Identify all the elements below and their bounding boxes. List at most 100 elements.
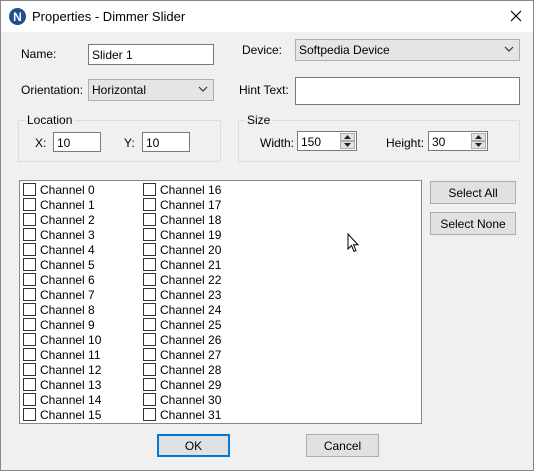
checkbox[interactable] [143, 378, 156, 391]
channel-checkbox-item[interactable]: Channel 9 [23, 317, 95, 332]
channel-checkbox-item[interactable]: Channel 16 [143, 182, 221, 197]
channel-checkbox-item[interactable]: Channel 5 [23, 257, 95, 272]
channel-checkbox-item[interactable]: Channel 24 [143, 302, 221, 317]
checkbox[interactable] [143, 363, 156, 376]
channel-checkbox-item[interactable]: Channel 27 [143, 347, 221, 362]
channel-checkbox-item[interactable]: Channel 17 [143, 197, 221, 212]
channel-checkbox-item[interactable]: Channel 2 [23, 212, 95, 227]
channel-checkbox-item[interactable]: Channel 11 [23, 347, 101, 362]
checkbox[interactable] [143, 243, 156, 256]
y-position-field[interactable]: 10 [142, 132, 190, 152]
checkbox[interactable] [23, 363, 36, 376]
device-select-value: Softpedia Device [299, 43, 390, 57]
width-label: Width: [260, 136, 295, 150]
channel-checkbox-item[interactable]: Channel 29 [143, 377, 221, 392]
checkbox[interactable] [23, 183, 36, 196]
name-field[interactable]: Slider 1 [88, 44, 214, 65]
channel-checkbox-item[interactable]: Channel 12 [23, 362, 101, 377]
width-increment-button[interactable] [340, 133, 355, 141]
channel-checkbox-item[interactable]: Channel 20 [143, 242, 221, 257]
checkbox[interactable] [23, 303, 36, 316]
checkbox[interactable] [143, 318, 156, 331]
channel-checkbox-item[interactable]: Channel 6 [23, 272, 95, 287]
channel-checkbox-item[interactable]: Channel 22 [143, 272, 221, 287]
checkbox[interactable] [143, 288, 156, 301]
channel-label: Channel 12 [40, 362, 102, 377]
channel-checkbox-item[interactable]: Channel 0 [23, 182, 95, 197]
channel-label: Channel 19 [160, 227, 222, 242]
close-button[interactable] [499, 1, 533, 31]
cancel-button[interactable]: Cancel [306, 434, 379, 457]
checkbox[interactable] [143, 198, 156, 211]
channel-checkbox-item[interactable]: Channel 30 [143, 392, 221, 407]
select-none-button[interactable]: Select None [430, 212, 516, 235]
channel-label: Channel 20 [160, 242, 222, 257]
channel-checkbox-item[interactable]: Channel 18 [143, 212, 221, 227]
channel-checkbox-item[interactable]: Channel 15 [23, 407, 101, 422]
channel-checkbox-item[interactable]: Channel 8 [23, 302, 95, 317]
checkbox[interactable] [143, 348, 156, 361]
checkbox[interactable] [23, 333, 36, 346]
window-title: Properties - Dimmer Slider [32, 9, 186, 24]
channel-checkbox-item[interactable]: Channel 28 [143, 362, 221, 377]
channel-checkbox-item[interactable]: Channel 26 [143, 332, 221, 347]
checkbox[interactable] [23, 198, 36, 211]
checkbox[interactable] [143, 273, 156, 286]
channel-checkbox-item[interactable]: Channel 7 [23, 287, 95, 302]
checkbox[interactable] [23, 258, 36, 271]
channel-label: Channel 0 [40, 182, 95, 197]
channel-checkbox-item[interactable]: Channel 21 [143, 257, 221, 272]
channel-checkbox-item[interactable]: Channel 19 [143, 227, 221, 242]
channel-checkbox-item[interactable]: Channel 10 [23, 332, 101, 347]
checkbox[interactable] [143, 213, 156, 226]
checkbox[interactable] [23, 288, 36, 301]
hint-text-field[interactable] [295, 77, 520, 105]
width-decrement-button[interactable] [340, 141, 355, 149]
channel-label: Channel 16 [160, 182, 222, 197]
checkbox[interactable] [143, 333, 156, 346]
height-label: Height: [386, 136, 425, 150]
height-value: 30 [432, 135, 446, 149]
checkbox[interactable] [143, 408, 156, 421]
checkbox[interactable] [143, 303, 156, 316]
height-stepper[interactable]: 30 [428, 131, 488, 151]
channel-checkbox-item[interactable]: Channel 14 [23, 392, 101, 407]
checkbox[interactable] [23, 348, 36, 361]
chevron-down-icon [504, 46, 514, 52]
checkbox[interactable] [143, 183, 156, 196]
channel-checkbox-item[interactable]: Channel 4 [23, 242, 95, 257]
checkbox[interactable] [23, 228, 36, 241]
checkbox[interactable] [23, 378, 36, 391]
size-group-title: Size [245, 113, 273, 127]
checkbox[interactable] [143, 393, 156, 406]
channel-checkbox-item[interactable]: Channel 25 [143, 317, 221, 332]
checkbox[interactable] [23, 243, 36, 256]
channel-checkbox-item[interactable]: Channel 13 [23, 377, 101, 392]
checkbox[interactable] [23, 273, 36, 286]
channel-checkbox-item[interactable]: Channel 1 [23, 197, 95, 212]
checkbox[interactable] [23, 393, 36, 406]
x-position-field[interactable]: 10 [53, 132, 101, 152]
ok-button[interactable]: OK [157, 434, 230, 457]
channel-label: Channel 18 [160, 212, 222, 227]
orientation-select[interactable]: Horizontal [88, 79, 214, 101]
checkbox[interactable] [23, 408, 36, 421]
channel-label: Channel 26 [160, 332, 222, 347]
height-increment-button[interactable] [471, 133, 486, 141]
checkbox[interactable] [23, 213, 36, 226]
checkbox[interactable] [143, 228, 156, 241]
width-stepper[interactable]: 150 [297, 131, 357, 151]
channel-checkbox-item[interactable]: Channel 3 [23, 227, 95, 242]
channel-checkbox-item[interactable]: Channel 23 [143, 287, 221, 302]
device-select[interactable]: Softpedia Device [295, 39, 520, 61]
select-all-button[interactable]: Select All [430, 181, 516, 204]
channel-label: Channel 21 [160, 257, 222, 272]
channel-checkbox-item[interactable]: Channel 31 [143, 407, 221, 422]
channel-checklist[interactable]: Channel 0 Channel 1 Channel 2 Channel 3 Chan… [19, 180, 422, 424]
checkbox[interactable] [143, 258, 156, 271]
chevron-up-icon [475, 135, 482, 139]
height-decrement-button[interactable] [471, 141, 486, 149]
chevron-down-icon [475, 143, 482, 147]
channel-label: Channel 29 [160, 377, 222, 392]
checkbox[interactable] [23, 318, 36, 331]
